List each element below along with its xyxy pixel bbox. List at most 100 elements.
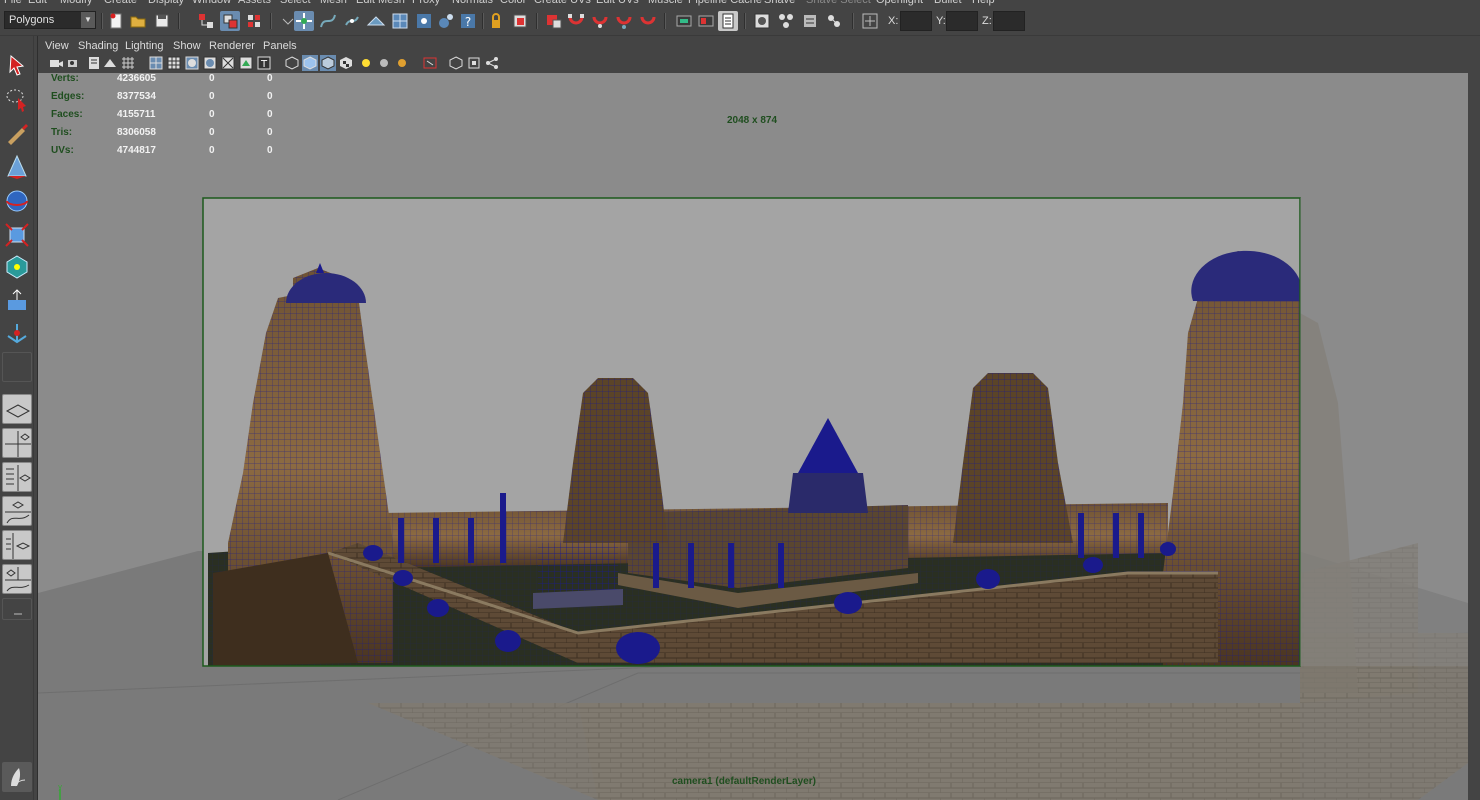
select-by-object-button[interactable] [220,11,240,31]
svg-text:?: ? [465,15,471,29]
shadows-button[interactable] [394,55,410,71]
panel-menu-shading[interactable]: Shading [78,40,118,52]
all-lights-button[interactable] [376,55,392,71]
toolbar-divider [852,13,854,29]
paint-brush-icon [8,124,28,145]
checker-button[interactable] [338,55,354,71]
magnet-point-button[interactable] [614,11,634,31]
z-coord-field[interactable] [993,11,1025,31]
hud-uvs-value: 4744817 [117,145,156,156]
smooth-shading-button[interactable] [166,55,182,71]
isolate-view-button[interactable] [448,55,464,71]
layout-persp-graph-button[interactable] [2,564,32,594]
layout-single-pane-button[interactable] [2,394,32,424]
texture-toggle-button[interactable]: T [256,55,272,71]
camera-attributes-icon [68,60,77,67]
highlight-selection-button[interactable] [510,11,530,31]
toolbox [0,36,34,800]
textured-button[interactable] [202,55,218,71]
channel-box-button[interactable] [800,11,820,31]
snap-view-plane-button[interactable] [366,11,386,31]
soft-mod-tool-button[interactable] [2,286,32,316]
layout-graph-pane-button[interactable] [2,496,32,526]
y-coord-field[interactable] [946,11,978,31]
lasso-tool-button[interactable] [2,84,32,114]
bounding-box-button[interactable] [466,55,482,71]
shaded-wire-on-button[interactable] [320,55,336,71]
magnet-surface-button[interactable] [638,11,658,31]
rotate-tool-button[interactable] [2,186,32,216]
paint-select-tool-button[interactable] [2,118,32,148]
panel-menu-renderer[interactable]: Renderer [209,40,255,52]
isolate-select-button[interactable] [238,55,254,71]
attribute-editor-button[interactable] [824,11,844,31]
layout-persp-outliner-button[interactable] [2,530,32,560]
perspective-viewport[interactable]: Verts: 4236605 0 0 Edges: 8377534 0 0 Fa… [38,73,1468,800]
panel-menu-show[interactable]: Show [173,40,201,52]
camera-attributes-button[interactable] [66,55,82,71]
select-by-component-button[interactable] [244,11,264,31]
transform-input-button[interactable] [860,11,880,31]
move-tool-button[interactable] [2,152,32,182]
layout-outliner-pane-button[interactable] [2,462,32,492]
save-scene-button[interactable] [152,11,172,31]
snap-vertex-button[interactable] [436,11,456,31]
ipr-render-icon [698,15,714,27]
more-layouts-button[interactable] [2,598,32,620]
snap-live-button[interactable] [390,11,410,31]
wireframe-shading-button[interactable] [148,55,164,71]
hypergraph-button[interactable] [776,11,796,31]
tool-settings-icon [11,768,26,787]
shaded-button[interactable] [302,55,318,71]
panel-menu-view[interactable]: View [45,40,69,52]
xray-button[interactable] [220,55,236,71]
snap-curve-button[interactable] [318,11,338,31]
menu-set-dropdown[interactable]: Polygons ▼ [4,11,96,29]
resolution-gate-button[interactable] [422,55,438,71]
magnet-button[interactable] [566,11,586,31]
image-plane-button[interactable] [102,55,118,71]
new-scene-icon [110,13,122,29]
empty-tool-slot[interactable] [2,352,32,382]
axis-y-label: y [58,783,62,791]
share-view-button[interactable] [484,55,500,71]
select-tool-button[interactable] [2,50,32,80]
default-material-button[interactable] [184,55,200,71]
layout-four-pane-button[interactable] [2,428,32,458]
snap-vertex-icon [439,14,453,28]
default-lighting-button[interactable] [358,55,374,71]
chevron-down-icon: ▼ [81,12,95,28]
isolate-cube-icon [449,56,463,70]
construction-history-button[interactable] [544,11,564,31]
magnet-curve-button[interactable] [590,11,610,31]
shaded-wireframe-button[interactable] [284,55,300,71]
render-settings-button[interactable] [718,11,738,31]
help-line-button[interactable]: ? [458,11,478,31]
x-coord-field[interactable] [900,11,932,31]
snap-point-button[interactable] [342,11,362,31]
share-icon [486,57,498,69]
scale-tool-button[interactable] [2,220,32,250]
snap-grid-button[interactable] [294,11,314,31]
panel-menu-lighting[interactable]: Lighting [125,40,164,52]
isolate-icon [239,56,253,70]
hypergraph-icon [779,14,793,28]
hypershade-button[interactable] [752,11,772,31]
bookmark-button[interactable] [86,55,102,71]
panel-menu-panels[interactable]: Panels [263,40,297,52]
snap-surface-button[interactable] [414,11,434,31]
lock-selection-button[interactable] [486,11,506,31]
snap-surface-icon [417,14,431,28]
render-frame-button[interactable] [674,11,694,31]
question-icon: ? [461,14,475,29]
last-tool-button[interactable] [2,318,32,348]
new-scene-button[interactable] [106,11,126,31]
select-by-hierarchy-button[interactable] [196,11,216,31]
grid-toggle-button[interactable] [120,55,136,71]
manipulator-tool-button[interactable] [2,252,32,282]
open-scene-button[interactable] [128,11,148,31]
ipr-render-button[interactable] [696,11,716,31]
select-camera-button[interactable] [48,55,64,71]
temple-scene-render [38,73,1468,800]
script-editor-button[interactable] [2,762,32,792]
